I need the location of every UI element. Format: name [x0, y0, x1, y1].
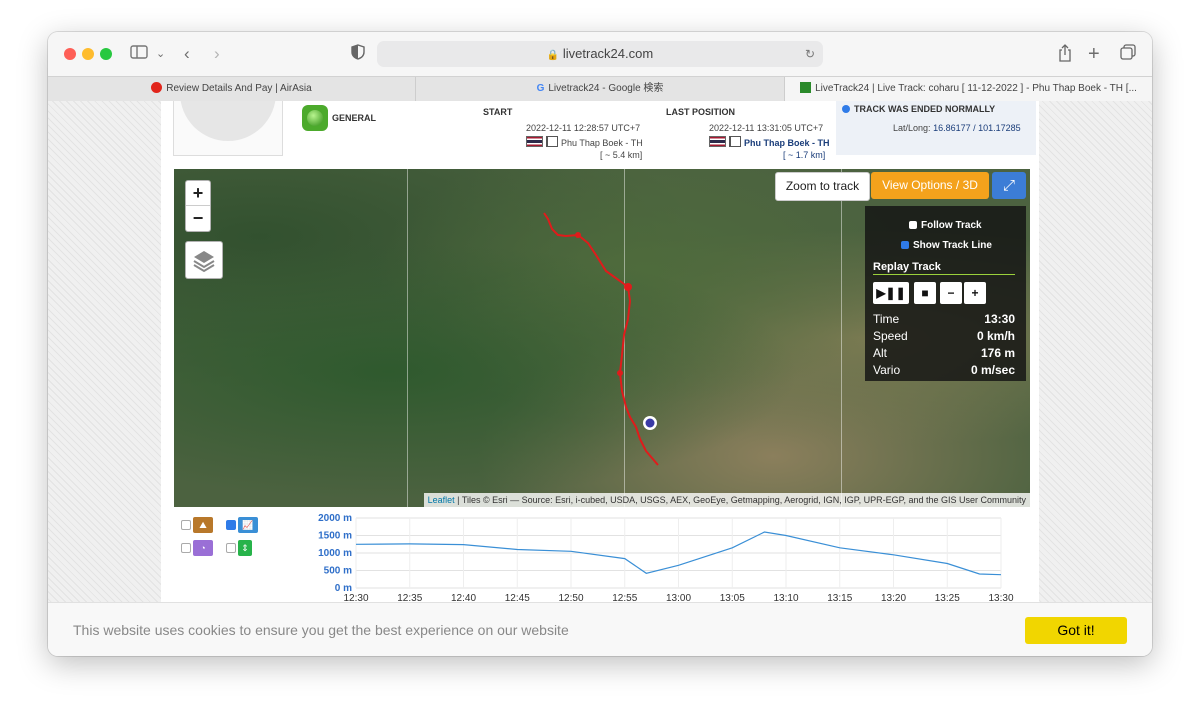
tab-google[interactable]: G Livetrack24 - Google 検索 [416, 77, 785, 101]
new-tab-icon[interactable]: + [1088, 44, 1100, 64]
url-text: livetrack24.com [562, 46, 654, 61]
browser-window: ⌄ ‹ › 🔒 livetrack24.com ↻ + Review Detai… [48, 32, 1152, 656]
page-background: GENERAL START 2022-12-11 12:28:57 UTC+7 … [48, 101, 1152, 656]
zoom-window-button[interactable] [100, 48, 112, 60]
cookie-message: This website uses cookies to ensure you … [73, 622, 569, 638]
y-tick-label: 1500 m [318, 531, 352, 542]
slower-button[interactable]: − [940, 282, 962, 304]
zoom-in-button[interactable]: + [186, 181, 210, 206]
cookie-banner: This website uses cookies to ensure you … [48, 602, 1152, 656]
fullscreen-button[interactable]: ⤢ [992, 172, 1026, 199]
last-location: Phu Thap Boek - TH [709, 136, 830, 148]
pilot-avatar [173, 101, 283, 156]
track-status: TRACK WAS ENDED NORMALLY Lat/Long: 16.86… [836, 101, 1036, 155]
layers-button[interactable] [185, 241, 223, 279]
view-options-button[interactable]: View Options / 3D [871, 172, 989, 199]
share-icon[interactable] [1058, 44, 1072, 67]
thailand-flag-icon [526, 136, 543, 147]
follow-track-checkbox[interactable]: Follow Track [909, 220, 982, 231]
play-pause-button[interactable]: ▶❚❚ [873, 282, 909, 304]
browser-toolbar: ⌄ ‹ › 🔒 livetrack24.com ↻ + [48, 32, 1152, 76]
tab-bar: Review Details And Pay | AirAsia G Livetr… [48, 76, 1152, 102]
altitude-chart-area: ⛰ 📈 ◔ ⇕ 2000 m 1500 m 1000 m 500 m0 m 12:30… [161, 513, 1039, 613]
flag-icon [729, 136, 741, 147]
globe-icon [302, 105, 328, 131]
tab-overview-icon[interactable] [1120, 44, 1136, 65]
chevron-down-icon[interactable]: ⌄ [156, 44, 165, 64]
start-location: Phu Thap Boek - TH [526, 136, 643, 148]
stat-time: Time 13:30 [873, 312, 1015, 326]
stop-button[interactable]: ■ [914, 282, 936, 304]
satellite-map[interactable]: + − Zoom to track View Options / 3D ⤢ Fo… [174, 169, 1030, 507]
last-datetime: 2022-12-11 13:31:05 UTC+7 [709, 123, 824, 133]
lock-icon: 🔒 [546, 50, 560, 61]
last-distance: [ ~ 1.7 km] [783, 150, 826, 160]
status-dot-icon [842, 105, 850, 113]
track-waypoint [624, 283, 632, 291]
track-waypoint [575, 232, 581, 238]
latlong: Lat/Long: 16.86177 / 101.17285 [893, 123, 1021, 133]
stat-alt: Alt 176 m [873, 346, 1015, 360]
start-distance: [ ~ 5.4 km] [600, 150, 643, 160]
flight-track-line [543, 212, 659, 466]
page-content: GENERAL START 2022-12-11 12:28:57 UTC+7 … [161, 101, 1039, 656]
altitude-chart: 2000 m1500 m1000 m500 m0 m 12:30 12:35 12:… [318, 513, 1014, 604]
y-tick-label: 500 m [324, 566, 352, 577]
google-icon: G [536, 83, 545, 94]
livetrack-icon [800, 82, 812, 93]
stat-vario: Vario 0 m/sec [873, 363, 1015, 377]
show-track-line-checkbox[interactable]: Show Track Line [901, 240, 992, 251]
sidebar-icon[interactable] [130, 44, 148, 65]
y-tick-label: 1000 m [318, 548, 352, 559]
y-tick-label: 2000 m [318, 513, 352, 524]
leaflet-link[interactable]: Leaflet [428, 495, 455, 505]
minimize-window-button[interactable] [82, 48, 94, 60]
back-icon[interactable]: ‹ [184, 44, 190, 64]
flag-icon [546, 136, 558, 147]
layers-icon [193, 251, 215, 273]
cookie-accept-button[interactable]: Got it! [1025, 617, 1127, 644]
zoom-out-button[interactable]: − [186, 206, 210, 230]
replay-panel: Follow Track Show Track Line Replay Trac… [865, 206, 1026, 381]
tab-airasia[interactable]: Review Details And Pay | AirAsia [48, 77, 416, 101]
expand-icon: ⤢ [1002, 177, 1015, 194]
zoom-control: + − [185, 180, 211, 232]
forward-icon[interactable]: › [214, 44, 220, 64]
thailand-flag-icon [709, 136, 726, 147]
pilot-position-marker-inner [645, 418, 655, 428]
close-window-button[interactable] [64, 48, 76, 60]
stat-speed: Speed 0 km/h [873, 329, 1015, 343]
replay-track-heading: Replay Track [873, 261, 1015, 275]
zoom-to-track-button[interactable]: Zoom to track [775, 172, 870, 201]
track-status-label: TRACK WAS ENDED NORMALLY [842, 104, 995, 114]
airasia-icon [151, 82, 163, 93]
start-datetime: 2022-12-11 12:28:57 UTC+7 [526, 123, 641, 133]
start-label: START [483, 107, 513, 117]
tab-livetrack[interactable]: LiveTrack24 | Live Track: coharu [ 11-12… [785, 77, 1152, 101]
last-position-label: LAST POSITION [666, 107, 736, 117]
privacy-shield-icon[interactable] [351, 44, 365, 65]
reload-icon[interactable]: ↻ [805, 41, 815, 67]
map-attribution: Leaflet | Tiles © Esri — Source: Esri, i… [423, 493, 1030, 507]
track-waypoint [617, 370, 623, 376]
address-bar[interactable]: 🔒 livetrack24.com ↻ [377, 41, 823, 67]
general-label: GENERAL [332, 113, 377, 123]
faster-button[interactable]: + [964, 282, 986, 304]
